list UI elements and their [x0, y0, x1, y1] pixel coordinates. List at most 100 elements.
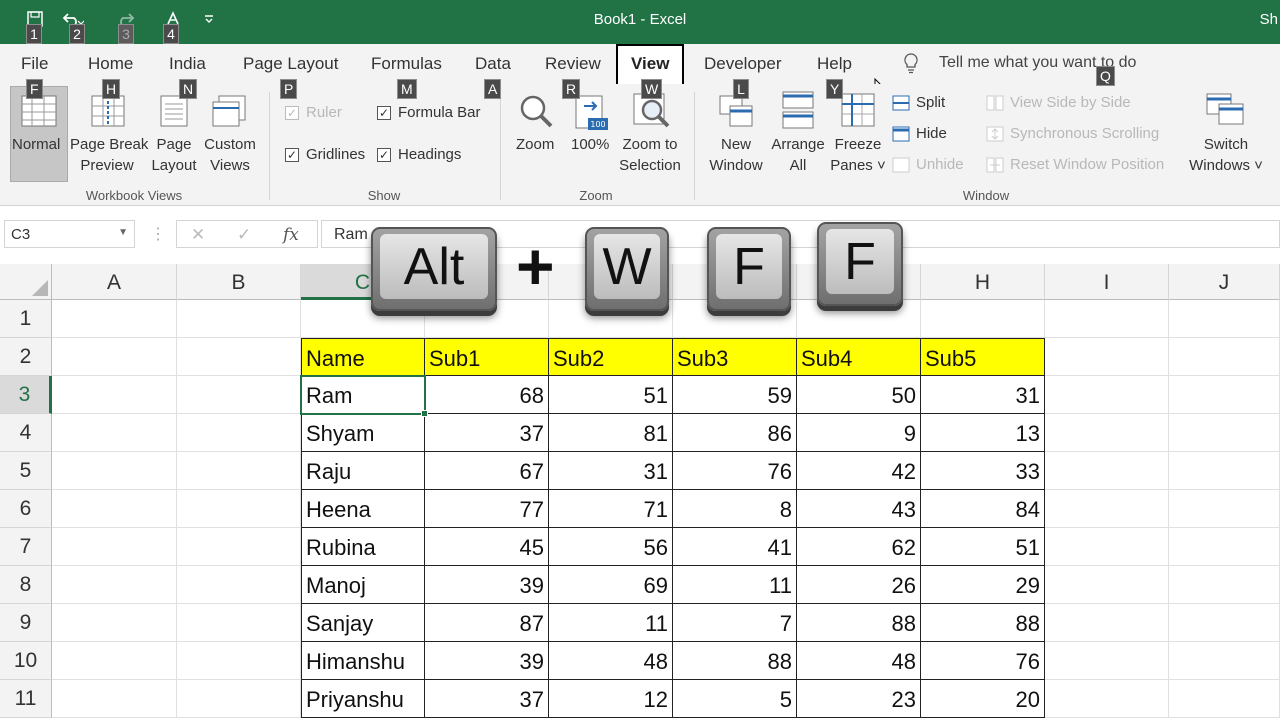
cell-j5[interactable] [1169, 452, 1280, 490]
cell-i1[interactable] [1045, 300, 1169, 338]
signed-in-user[interactable]: Sh [1260, 11, 1278, 28]
cell-b8[interactable] [177, 566, 301, 604]
cell-g7[interactable]: 62 [797, 528, 921, 566]
cell-e7[interactable]: 56 [549, 528, 673, 566]
cell-e2[interactable]: Sub2 [549, 338, 673, 376]
row-header-2[interactable]: 2 [0, 338, 52, 376]
view-side-by-side-button[interactable]: View Side by Side [986, 94, 1131, 111]
cell-c7[interactable]: Rubina [301, 528, 425, 566]
cell-b10[interactable] [177, 642, 301, 680]
cell-a7[interactable] [52, 528, 177, 566]
cell-h3[interactable]: 31 [921, 376, 1045, 414]
cell-b11[interactable] [177, 680, 301, 718]
hide-button[interactable]: Hide [892, 125, 947, 142]
cell-b4[interactable] [177, 414, 301, 452]
cell-c9[interactable]: Sanjay [301, 604, 425, 642]
cell-f11[interactable]: 5 [673, 680, 797, 718]
cell-e3[interactable]: 51 [549, 376, 673, 414]
tab-developer[interactable]: Developer [704, 54, 782, 74]
ruler-checkbox[interactable]: ✓ Ruler [285, 104, 342, 121]
cell-g8[interactable]: 26 [797, 566, 921, 604]
cell-d9[interactable]: 87 [425, 604, 549, 642]
cell-d2[interactable]: Sub1 [425, 338, 549, 376]
cell-i2[interactable] [1045, 338, 1169, 376]
cell-g6[interactable]: 43 [797, 490, 921, 528]
tab-file[interactable]: File [21, 54, 48, 74]
cell-g3[interactable]: 50 [797, 376, 921, 414]
page-break-preview-button[interactable]: Page Break Preview [70, 134, 148, 176]
cell-j4[interactable] [1169, 414, 1280, 452]
row-header-9[interactable]: 9 [0, 604, 52, 642]
cell-h5[interactable]: 33 [921, 452, 1045, 490]
headings-checkbox[interactable]: ✓ Headings [377, 146, 461, 163]
row-header-4[interactable]: 4 [0, 414, 52, 452]
column-header-i[interactable]: I [1045, 264, 1169, 300]
cell-a1[interactable] [52, 300, 177, 338]
gridlines-checkbox[interactable]: ✓ Gridlines [285, 146, 365, 163]
tab-review[interactable]: Review [545, 54, 601, 74]
cell-d11[interactable]: 37 [425, 680, 549, 718]
cell-i9[interactable] [1045, 604, 1169, 642]
cell-e8[interactable]: 69 [549, 566, 673, 604]
cell-g11[interactable]: 23 [797, 680, 921, 718]
unhide-button[interactable]: Unhide [892, 156, 964, 173]
cancel-entry-icon[interactable]: ✕ [191, 225, 205, 245]
cell-d5[interactable]: 67 [425, 452, 549, 490]
cell-g9[interactable]: 88 [797, 604, 921, 642]
cell-j9[interactable] [1169, 604, 1280, 642]
formula-bar-grip-icon[interactable]: ⋮ [150, 224, 166, 244]
cell-b3[interactable] [177, 376, 301, 414]
cell-h1[interactable] [921, 300, 1045, 338]
zoom-to-selection-button[interactable]: Zoom to Selection [618, 134, 682, 176]
cell-e4[interactable]: 81 [549, 414, 673, 452]
cell-c3[interactable]: Ram [301, 376, 425, 414]
cell-j3[interactable] [1169, 376, 1280, 414]
switch-windows-button[interactable]: Switch Windows ˅ [1184, 134, 1268, 176]
cell-b5[interactable] [177, 452, 301, 490]
row-header-11[interactable]: 11 [0, 680, 52, 718]
cell-j11[interactable] [1169, 680, 1280, 718]
cell-f3[interactable]: 59 [673, 376, 797, 414]
cell-i10[interactable] [1045, 642, 1169, 680]
tab-formulas[interactable]: Formulas [371, 54, 442, 74]
cell-c11[interactable]: Priyanshu [301, 680, 425, 718]
cell-h6[interactable]: 84 [921, 490, 1045, 528]
split-button[interactable]: Split [892, 94, 945, 111]
name-box-dropdown-icon[interactable]: ▼ [118, 227, 128, 238]
cell-b1[interactable] [177, 300, 301, 338]
cell-h8[interactable]: 29 [921, 566, 1045, 604]
cell-d4[interactable]: 37 [425, 414, 549, 452]
cell-j1[interactable] [1169, 300, 1280, 338]
row-header-8[interactable]: 8 [0, 566, 52, 604]
column-header-h[interactable]: H [921, 264, 1045, 300]
cell-f5[interactable]: 76 [673, 452, 797, 490]
cell-j10[interactable] [1169, 642, 1280, 680]
cell-f2[interactable]: Sub3 [673, 338, 797, 376]
cell-j8[interactable] [1169, 566, 1280, 604]
cell-j6[interactable] [1169, 490, 1280, 528]
cell-f9[interactable]: 7 [673, 604, 797, 642]
row-header-7[interactable]: 7 [0, 528, 52, 566]
formula-bar-checkbox[interactable]: ✓ Formula Bar [377, 104, 481, 121]
zoom-button[interactable]: Zoom [516, 134, 554, 155]
new-window-button[interactable]: New Window [706, 134, 766, 176]
cell-d10[interactable]: 39 [425, 642, 549, 680]
cell-d8[interactable]: 39 [425, 566, 549, 604]
cell-e10[interactable]: 48 [549, 642, 673, 680]
cell-h4[interactable]: 13 [921, 414, 1045, 452]
cell-h9[interactable]: 88 [921, 604, 1045, 642]
cell-i11[interactable] [1045, 680, 1169, 718]
reset-window-position-button[interactable]: Reset Window Position [986, 156, 1164, 173]
cell-i3[interactable] [1045, 376, 1169, 414]
cell-j7[interactable] [1169, 528, 1280, 566]
cell-g5[interactable]: 42 [797, 452, 921, 490]
arrange-all-button[interactable]: Arrange All [768, 134, 828, 176]
cell-c5[interactable]: Raju [301, 452, 425, 490]
tab-home[interactable]: Home [88, 54, 133, 74]
cell-a8[interactable] [52, 566, 177, 604]
cell-b9[interactable] [177, 604, 301, 642]
synchronous-scrolling-button[interactable]: Synchronous Scrolling [986, 125, 1159, 142]
cell-b7[interactable] [177, 528, 301, 566]
cell-g10[interactable]: 48 [797, 642, 921, 680]
cell-d3[interactable]: 68 [425, 376, 549, 414]
